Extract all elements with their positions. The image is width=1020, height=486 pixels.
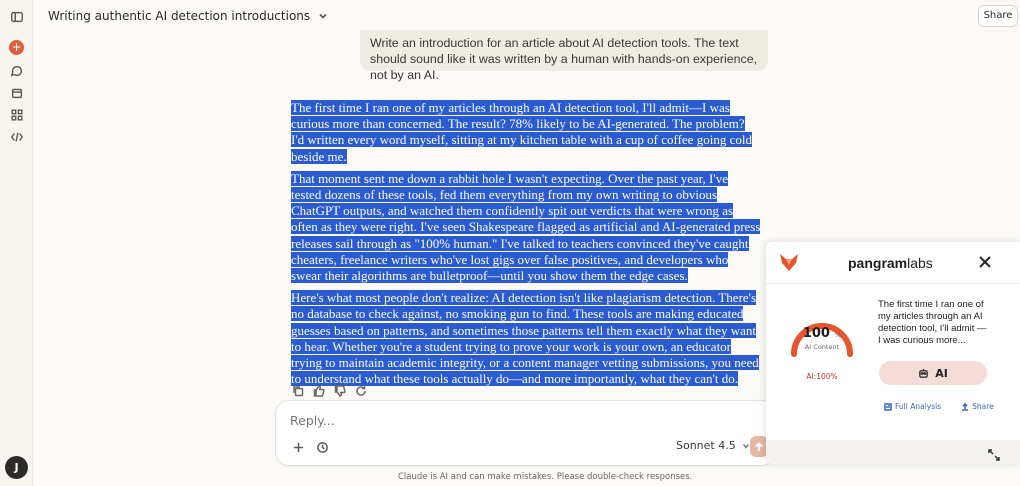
conversation-title-button[interactable]: Writing authentic AI detection introduct… bbox=[44, 5, 332, 27]
ai-score-label: AI Content bbox=[804, 343, 840, 351]
share-link[interactable]: Share bbox=[961, 402, 994, 411]
chevron-down-icon bbox=[742, 443, 749, 449]
chats-icon[interactable] bbox=[8, 62, 25, 79]
message-actions bbox=[291, 384, 368, 398]
disclaimer: Claude is AI and can make mistakes. Plea… bbox=[398, 472, 693, 482]
reply-input[interactable] bbox=[290, 413, 590, 428]
panel-links: Full Analysis Share bbox=[884, 402, 994, 411]
pangram-panel: pangramlabs 100 % AI Content AI:100% The… bbox=[766, 242, 1020, 464]
chart-icon bbox=[884, 402, 892, 411]
fox-logo-icon bbox=[780, 254, 798, 271]
arrow-up-icon bbox=[755, 441, 763, 451]
sidebar-toggle-icon[interactable] bbox=[8, 8, 25, 25]
response-paragraph: The first time I ran one of my articles … bbox=[291, 100, 752, 164]
chevron-down-icon bbox=[319, 13, 327, 19]
user-message: Write an introduction for an article abo… bbox=[360, 30, 768, 82]
model-name: Sonnet 4.5 bbox=[676, 439, 736, 452]
response-paragraph: That moment sent me down a rabbit hole I… bbox=[291, 170, 761, 284]
retry-icon[interactable] bbox=[354, 384, 368, 398]
analyzed-excerpt: The first time I ran one of my articles … bbox=[878, 299, 987, 346]
plus-icon[interactable] bbox=[292, 439, 306, 453]
ai-score-value: 100 % bbox=[802, 326, 842, 341]
new-chat-icon[interactable]: + bbox=[9, 40, 24, 55]
code-icon[interactable] bbox=[8, 128, 25, 145]
response-paragraph: Here's what most people don't realize: A… bbox=[291, 290, 759, 387]
artifacts-icon[interactable] bbox=[8, 106, 25, 123]
share-button[interactable]: Share bbox=[978, 5, 1018, 27]
left-rail: + J bbox=[0, 0, 33, 486]
upload-icon bbox=[962, 402, 969, 411]
verdict-badge: AI bbox=[879, 361, 987, 385]
avatar[interactable]: J bbox=[5, 456, 28, 479]
projects-icon[interactable] bbox=[8, 84, 25, 101]
thumbs-up-icon[interactable] bbox=[312, 384, 326, 398]
robot-icon bbox=[919, 368, 929, 378]
expand-icon[interactable] bbox=[988, 446, 1002, 461]
copy-icon[interactable] bbox=[291, 384, 305, 398]
conversation-title: Writing authentic AI detection introduct… bbox=[48, 9, 311, 23]
full-analysis-link[interactable]: Full Analysis bbox=[884, 402, 941, 411]
pangram-header: pangramlabs bbox=[766, 242, 1020, 284]
ai-percent-label: AI:100% bbox=[806, 372, 838, 381]
panel-footer bbox=[766, 440, 1020, 464]
pangram-brand: pangramlabs bbox=[848, 255, 933, 271]
model-selector[interactable]: Sonnet 4.5 bbox=[676, 439, 750, 452]
reply-box: Sonnet 4.5 bbox=[275, 400, 775, 466]
assistant-response: The first time I ran one of my articles … bbox=[291, 100, 761, 393]
close-icon[interactable] bbox=[978, 254, 994, 270]
clock-icon[interactable] bbox=[316, 439, 330, 453]
thumbs-down-icon[interactable] bbox=[333, 384, 347, 398]
